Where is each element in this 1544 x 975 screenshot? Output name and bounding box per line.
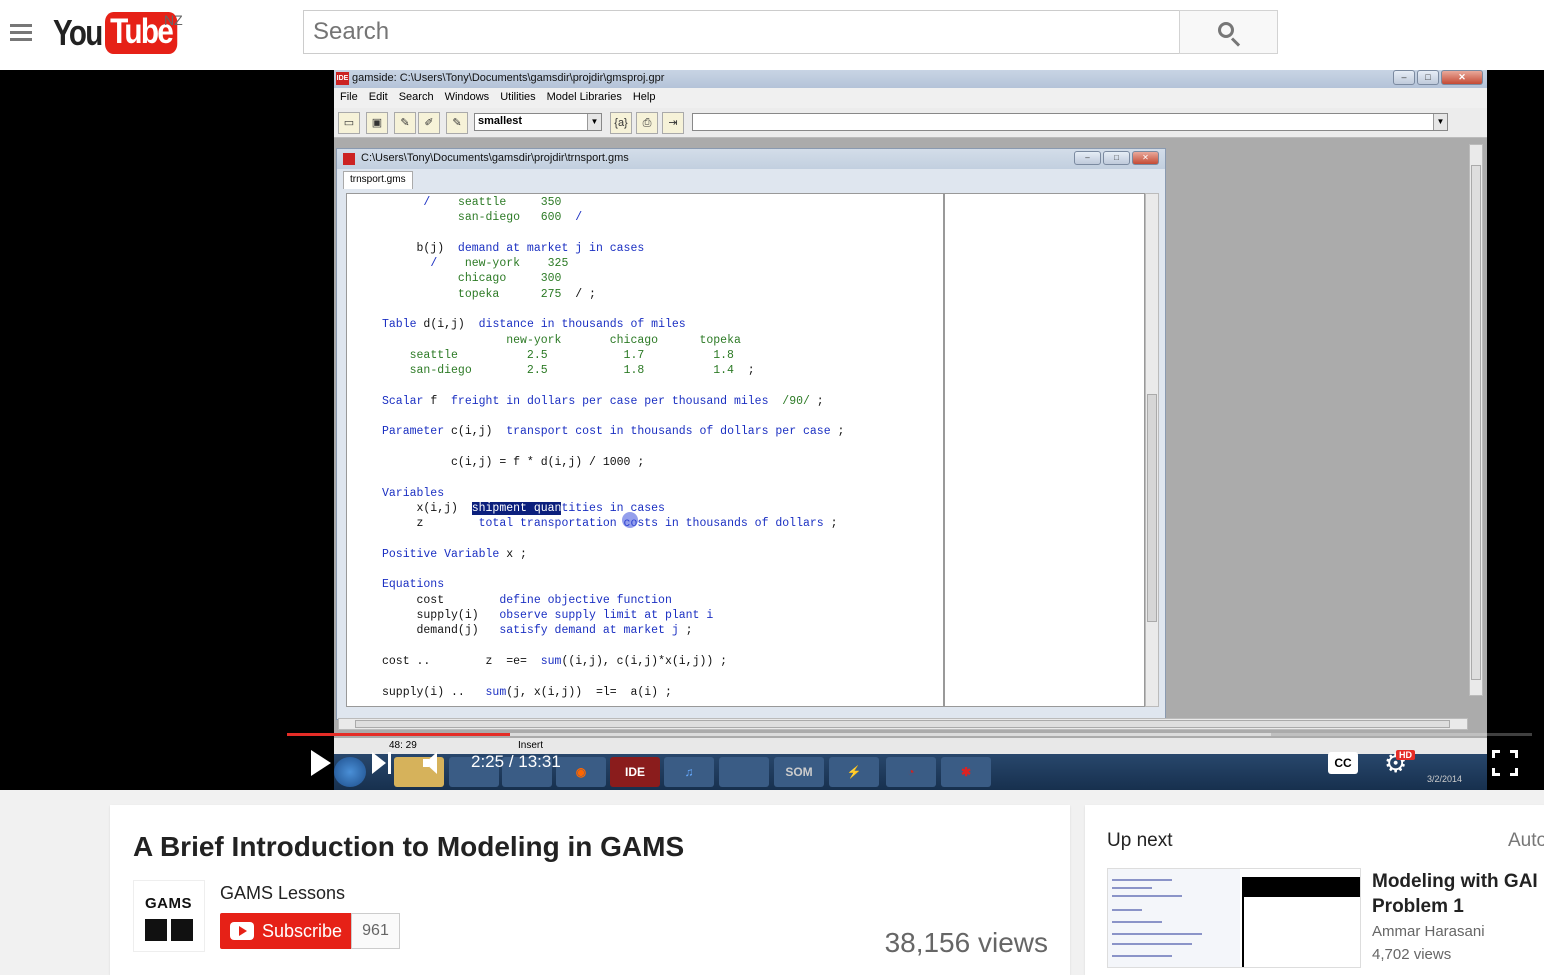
ide-parameter-combo: ▼ [692,113,1448,131]
editor-tab: trnsport.gms [343,171,413,189]
app-icon [719,757,769,787]
app-icon: ⚡ [829,757,879,787]
pen-icon: ✐ [418,112,440,134]
ide-menu-model-libraries: Model Libraries [546,91,622,103]
mouse-cursor-highlight [622,512,638,528]
export-icon: ⇥ [662,112,684,134]
recommended-video-thumbnail[interactable] [1107,868,1361,968]
ide-horizontal-scrollbar [338,718,1468,730]
volume-icon[interactable] [423,752,443,774]
ide-menu-edit: Edit [368,91,388,103]
compile-icon: ✎ [446,112,468,134]
ide-menubar: File Edit Search Windows Utilities Model… [334,88,1487,108]
guide-menu-icon[interactable] [10,24,32,42]
recommended-video-channel: Ammar Harasani [1372,923,1485,940]
ide-close-button: ✕ [1441,70,1483,85]
editor-vertical-scrollbar [1145,193,1159,707]
ide-vertical-scrollbar [1469,144,1483,696]
country-code: NZ [164,12,183,28]
current-time: 2:25 [471,752,505,771]
up-next-card: Up next Auto Modeling with GAI Problem 1… [1085,805,1544,975]
channel-name[interactable]: GAMS Lessons [220,883,345,904]
played-bar [287,733,510,736]
ide-font-select: smallest ▼ [474,113,602,131]
ide-menu-help: Help [632,91,656,103]
editor-file-path: C:\Users\Tony\Documents\gamsdir\projdir\… [361,152,629,164]
ide-titlebar: IDE gamside: C:\Users\Tony\Documents\gam… [334,70,1487,88]
ide-window-title: gamside: C:\Users\Tony\Documents\gamsdir… [352,72,665,84]
subscribe-button[interactable]: Subscribe [220,913,351,949]
fullscreen-icon[interactable] [1492,750,1518,776]
video-frame: IDE gamside: C:\Users\Tony\Documents\gam… [334,70,1487,790]
print-icon: ⎙ [636,112,658,134]
gams-ide-taskbar-icon: IDE [610,757,660,787]
editor-split-pane [944,193,1145,707]
editor-window: C:\Users\Tony\Documents\gamsdir\projdir\… [336,148,1166,790]
hd-badge: HD [1396,750,1415,760]
editor-titlebar: C:\Users\Tony\Documents\gamsdir\projdir\… [337,149,1165,169]
next-button[interactable] [372,752,394,774]
masthead: You Tube NZ [0,0,1544,70]
ide-app-icon: IDE [336,72,349,85]
video-player[interactable]: IDE gamside: C:\Users\Tony\Documents\gam… [0,70,1544,790]
music-icon: ♫ [664,757,714,787]
play-button[interactable] [311,750,331,776]
doc-close-button: ✕ [1132,151,1159,165]
progress-bar[interactable] [287,733,1532,736]
ide-maximize-button: □ [1417,70,1439,85]
doc-maximize-button: □ [1103,151,1130,165]
duration: 13:31 [518,752,561,771]
recommended-video-title[interactable]: Modeling with GAI Problem 1 [1372,869,1538,919]
app-icon: SOM [774,757,824,787]
app-icon: ✱ [941,757,991,787]
chevron-down-icon: ▼ [587,114,601,130]
doc-minimize-button: – [1074,151,1101,165]
ide-toolbar: ▭ ▣ ✎ ✐ ✎ smallest ▼ {a} ⎙ ⇥ ▼ [334,108,1487,138]
open-folder-icon: ▭ [338,112,360,134]
search-button[interactable] [1179,10,1278,54]
subscriber-count: 961 [351,913,400,949]
view-count: 38,156 views [884,927,1048,958]
save-icon: ▣ [366,112,388,134]
cursor-position: 48: 29 [389,740,417,751]
captions-button[interactable]: CC [1328,752,1358,774]
ide-menu-windows: Windows [444,91,490,103]
search-input[interactable] [303,10,1180,54]
youtube-play-icon [230,922,254,940]
app-icon: ◔ [886,757,936,787]
firefox-icon: ◉ [556,757,606,787]
ide-menu-search: Search [398,91,434,103]
gams-source-code: / seattle 350 san-diego 600 / b(j) deman… [382,196,845,699]
run-icon: ✎ [394,112,416,134]
code-editor: / seattle 350 san-diego 600 / b(j) deman… [346,193,944,707]
recommended-video-views: 4,702 views [1372,946,1452,963]
tray-date: 3/2/2014 [1426,774,1462,784]
windows-start-icon [334,757,366,787]
ide-minimize-button: – [1393,70,1415,85]
video-info-card: A Brief Introduction to Modeling in GAMS… [110,805,1070,975]
channel-avatar[interactable]: GAMS [133,880,205,952]
time-display: 2:25 / 13:31 [471,752,561,771]
model-icon: {a} [610,112,632,134]
video-title: A Brief Introduction to Modeling in GAMS [133,831,685,862]
ide-menu-utilities: Utilities [500,91,536,103]
autoplay-label[interactable]: Auto [1508,830,1544,852]
doc-icon [343,153,355,165]
edit-mode: Insert [518,740,544,751]
ide-menu-file: File [340,91,358,103]
chevron-down-icon: ▼ [1433,114,1447,130]
up-next-heading: Up next [1107,830,1173,851]
